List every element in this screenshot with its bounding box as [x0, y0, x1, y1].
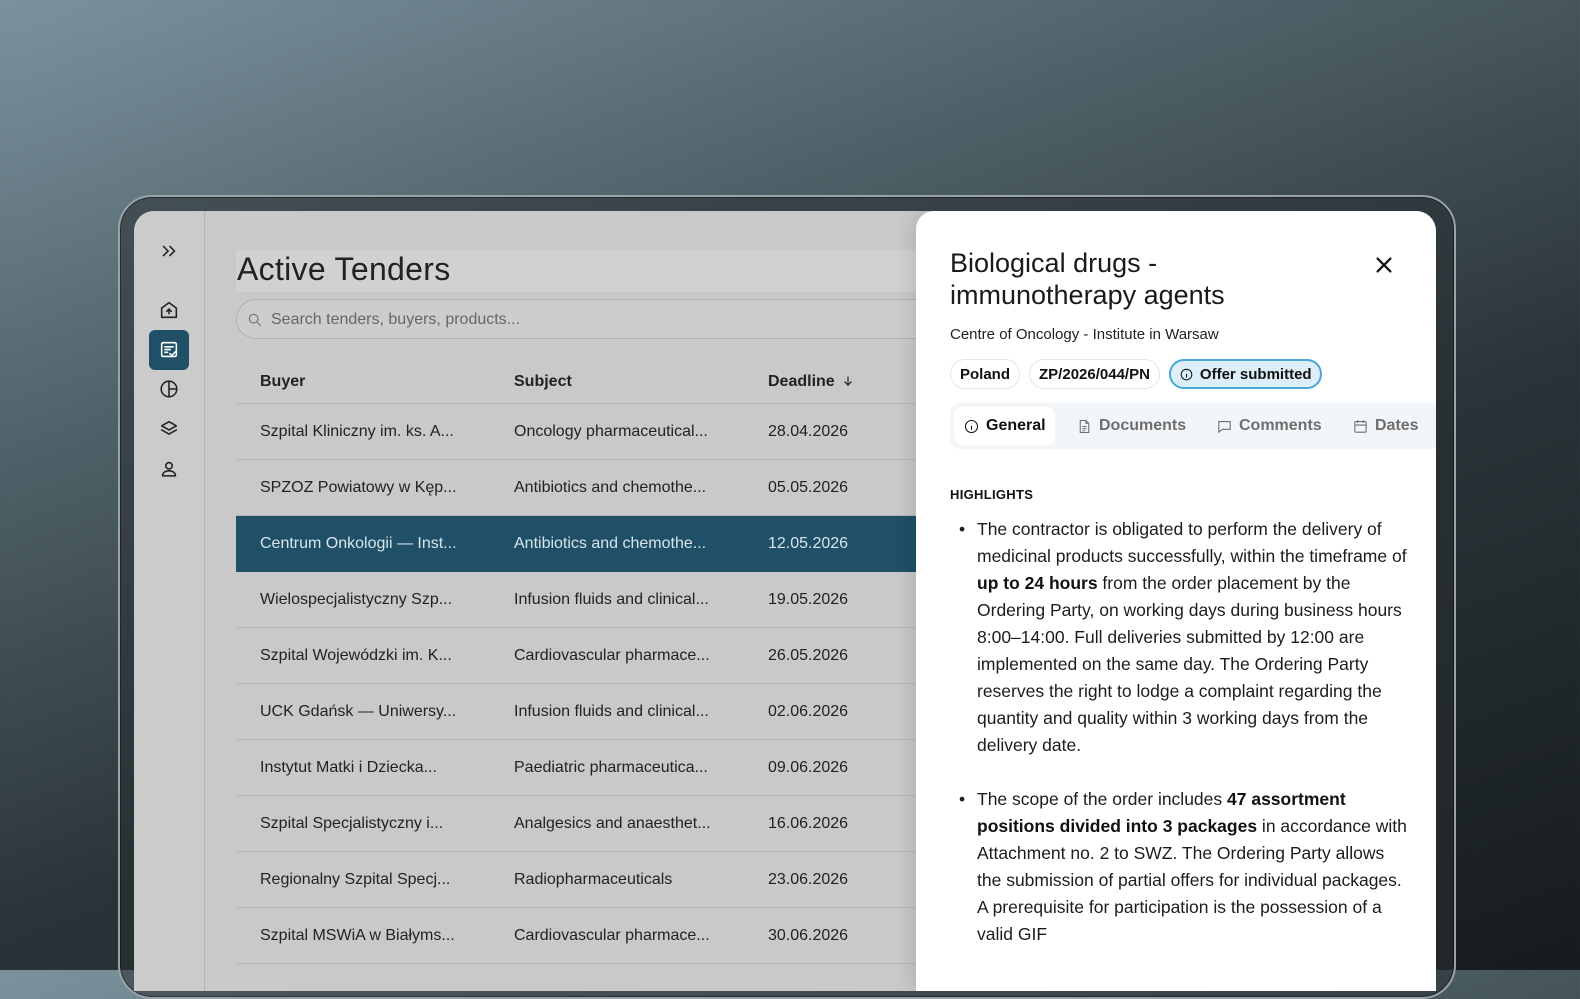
table-row[interactable]: Szpital Specjalistyczny i... Analgesics a… [236, 796, 936, 852]
sidebar-expand-button[interactable] [149, 231, 189, 271]
sidebar-item-profile[interactable] [149, 449, 189, 489]
tab-comments[interactable]: Comments [1207, 407, 1331, 445]
tab-documents[interactable]: Documents [1067, 407, 1195, 445]
detail-buyer: Centre of Oncology - Institute in Warsaw [950, 326, 1219, 343]
cell-deadline: 23.06.2026 [768, 871, 849, 888]
table-header: Buyer Subject Deadline [236, 359, 936, 404]
calendar-icon [1354, 419, 1367, 433]
search-icon [248, 313, 262, 327]
chevrons-right-icon [162, 245, 176, 257]
home-icon [160, 301, 178, 319]
cell-buyer: Szpital Specjalistyczny i... [260, 815, 444, 832]
cell-buyer: Wielospecjalistyczny Szp... [260, 591, 453, 608]
cell-deadline: 12.05.2026 [768, 535, 849, 552]
cell-deadline: 05.05.2026 [768, 479, 849, 496]
sidebar-item-home[interactable] [149, 290, 189, 330]
cell-buyer: Centrum Onkologii — Inst... [260, 535, 457, 552]
detail-tabs: General Documents Comments Dates [950, 403, 1436, 449]
sidebar-item-analytics[interactable] [149, 369, 189, 409]
table-row[interactable]: Regionalny Szpital Specj... Radiopharmace… [236, 852, 936, 908]
cell-buyer: Instytut Matki i Dziecka... [260, 759, 437, 776]
highlights-label: HIGHLIGHTS [950, 487, 1034, 502]
page-title: Active Tenders [237, 251, 451, 287]
tenders-list-view: Active Tenders Buyer Subject Deadline Sz… [236, 211, 936, 991]
search-box[interactable] [236, 299, 936, 340]
status-badge: Offer submitted [1168, 359, 1322, 389]
cell-buyer: Szpital MSWiA w Białyms... [260, 927, 455, 944]
column-header-deadline[interactable]: Deadline [768, 373, 855, 391]
cell-deadline: 02.06.2026 [768, 703, 849, 720]
table-row[interactable]: Centrum Onkologii — Inst... Antibiotics a… [236, 516, 936, 572]
cell-subject: Antibiotics and chemothe... [514, 479, 707, 496]
cell-subject: Antibiotics and chemothe... [514, 535, 707, 552]
cell-subject: Cardiovascular pharmace... [514, 927, 710, 944]
layers-icon [160, 420, 178, 435]
app-screen: Active Tenders Buyer Subject Deadline Sz… [134, 211, 1436, 991]
table-row[interactable]: Szpital MSWiA w Białyms... Cardiovascular… [236, 908, 936, 964]
cell-buyer: Szpital Wojewódzki im. K... [260, 647, 452, 664]
cell-subject: Infusion fluids and clinical... [514, 703, 709, 720]
highlight-item: The scope of the order includes 47 assor… [950, 786, 1410, 948]
highlight-item: The contractor is obligated to perform t… [950, 516, 1410, 759]
cell-subject: Radiopharmaceuticals [514, 871, 673, 888]
table-row[interactable]: UCK Gdańsk — Uniwersy... Infusion fluids … [236, 684, 936, 740]
pie-chart-icon [160, 380, 178, 398]
document-icon [1079, 419, 1090, 433]
cell-deadline: 28.04.2026 [768, 423, 849, 440]
sidebar-item-layers[interactable] [149, 409, 189, 449]
tender-detail-panel: Biological drugs - immunotherapy agents … [916, 211, 1436, 991]
highlights-list: The contractor is obligated to perform t… [950, 516, 1410, 975]
cell-deadline: 19.05.2026 [768, 591, 849, 608]
cell-subject: Infusion fluids and clinical... [514, 591, 709, 608]
table-row[interactable]: Instytut Matki i Dziecka... Paediatric ph… [236, 740, 936, 796]
table-row[interactable]: Wielospecjalistyczny Szp... Infusion flui… [236, 572, 936, 628]
comment-icon [1218, 420, 1231, 433]
detail-title: Biological drugs - immunotherapy agents [950, 248, 1225, 310]
cell-buyer: Szpital Kliniczny im. ks. A... [260, 423, 454, 440]
sort-descending-arrow-icon [843, 376, 852, 386]
tenders-checklist-icon [160, 341, 178, 358]
sidebar-item-tenders[interactable] [149, 330, 189, 370]
column-header-buyer[interactable]: Buyer [260, 373, 305, 391]
cell-deadline: 26.05.2026 [768, 647, 849, 664]
cell-buyer: SPZOZ Powiatowy w Kęp... [260, 479, 457, 496]
cell-buyer: UCK Gdańsk — Uniwersy... [260, 703, 457, 720]
table-row[interactable]: Szpital Kliniczny im. ks. A... Oncology p… [236, 404, 936, 460]
cell-buyer: Regionalny Szpital Specj... [260, 871, 451, 888]
close-panel-button[interactable] [1366, 247, 1402, 283]
table-body: Szpital Kliniczny im. ks. A... Oncology p… [236, 404, 936, 964]
close-icon [1376, 257, 1392, 273]
column-header-subject[interactable]: Subject [514, 373, 572, 391]
info-icon [964, 419, 979, 433]
search-input[interactable] [269, 300, 913, 340]
detail-tags: Poland ZP/2026/044/PN Offer submitted [950, 359, 1322, 389]
cell-subject: Oncology pharmaceutical... [514, 423, 708, 440]
cell-subject: Paediatric pharmaceutica... [514, 759, 708, 776]
reference-chip: ZP/2026/044/PN [1029, 359, 1160, 389]
cell-deadline: 30.06.2026 [768, 927, 849, 944]
tab-general[interactable]: General [954, 407, 1055, 445]
cell-deadline: 16.06.2026 [768, 815, 849, 832]
table-row[interactable]: SPZOZ Powiatowy w Kęp... Antibiotics and … [236, 460, 936, 516]
tab-dates[interactable]: Dates [1343, 407, 1428, 445]
country-chip: Poland [950, 359, 1021, 389]
user-icon [161, 461, 177, 477]
cell-deadline: 09.06.2026 [768, 759, 849, 776]
sidebar [134, 211, 205, 991]
info-icon [1180, 368, 1193, 380]
cell-subject: Analgesics and anaesthet... [514, 815, 711, 832]
table-row[interactable]: Szpital Wojewódzki im. K... Cardiovascula… [236, 628, 936, 684]
cell-subject: Cardiovascular pharmace... [514, 647, 710, 664]
